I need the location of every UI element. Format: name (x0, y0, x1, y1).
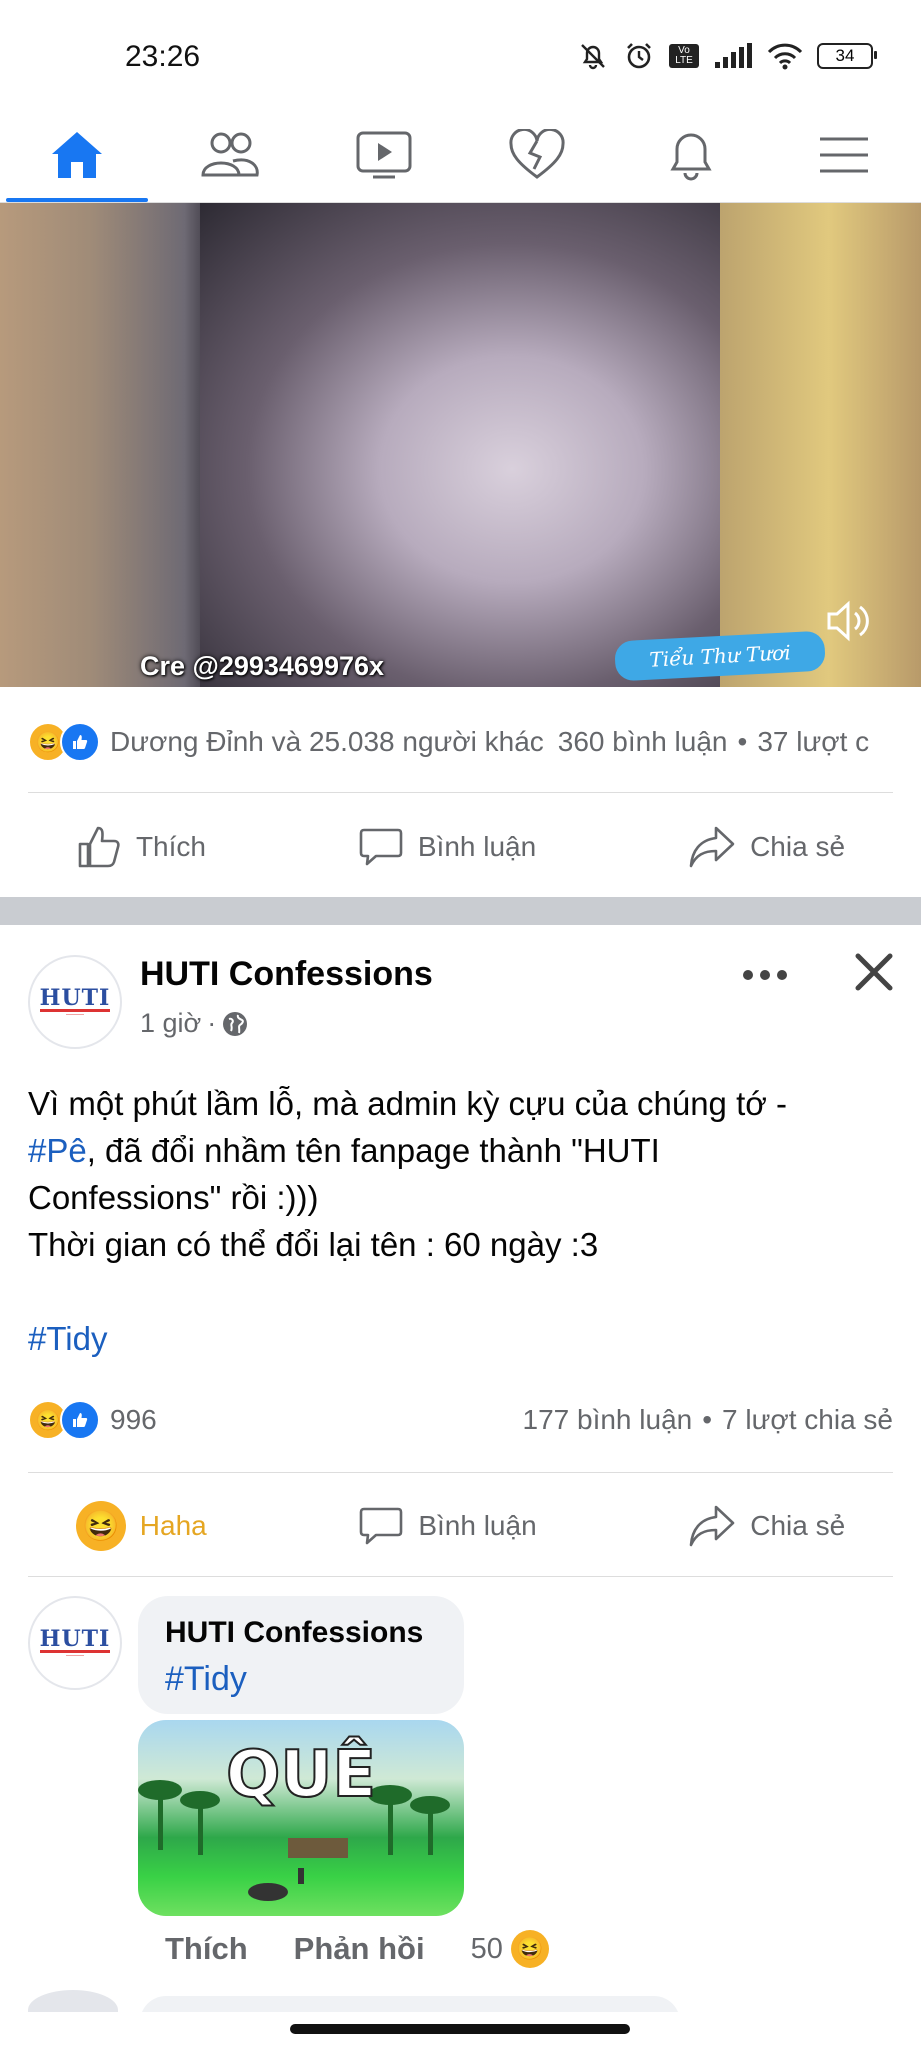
video-player[interactable]: Cre @2993469976x (0, 203, 921, 687)
post-stats-row: 😆 996 177 bình luận • 7 lượt chia sẻ (28, 1400, 893, 1440)
hashtag-link[interactable]: #Pê (28, 1132, 87, 1169)
battery-indicator: 34 (817, 43, 877, 69)
nav-notifications[interactable] (614, 108, 768, 202)
comment-label: Bình luận (417, 831, 537, 862)
share-count[interactable]: 7 lượt chia sẻ (722, 1404, 893, 1436)
like-emoji-icon (60, 722, 100, 762)
comment-button[interactable]: Bình luận (358, 1503, 537, 1549)
comment-count[interactable]: 177 bình luận (523, 1404, 693, 1436)
post-text-fragment: , đã đổi nhầm tên fanpage thành "HUTI (86, 1132, 660, 1169)
comment-button[interactable]: Bình luận (358, 824, 536, 870)
commenter-avatar[interactable]: HUTI ——— (28, 1596, 122, 1690)
status-time: 23:26 (125, 40, 201, 73)
nav-home[interactable] (0, 108, 154, 202)
menu-icon (820, 137, 869, 173)
comment-hashtag[interactable]: #Tidy (165, 1660, 247, 1699)
feed-separator (0, 897, 921, 925)
page-name[interactable]: HUTI Confessions (140, 955, 433, 994)
avatar-logo-text: HUTI (39, 984, 111, 1012)
comment-author[interactable]: HUTI Confessions (165, 1616, 423, 1650)
share-button[interactable]: Chia sẻ (688, 1503, 845, 1549)
signal-icon (715, 43, 752, 68)
post-text-line: Vì một phút lầm lỗ, mà admin kỳ cựu của … (28, 1085, 788, 1122)
image-caption: QUÊ (225, 1737, 377, 1813)
comment-actions: Thích Phản hồi 50 😆 (165, 1930, 549, 1968)
thumbs-up-icon (78, 826, 120, 868)
comment-like-button[interactable]: Thích (165, 1931, 248, 1967)
video-icon (356, 131, 412, 179)
comment-count: 360 bình luận (557, 726, 728, 757)
divider (28, 1472, 893, 1473)
haha-icon: 😆 (75, 1501, 126, 1551)
dot-separator: · (207, 1008, 217, 1038)
nav-menu[interactable] (768, 108, 921, 202)
comment-image[interactable]: QUÊ (138, 1720, 464, 1916)
comment-label: Bình luận (418, 1510, 537, 1541)
mute-bell-icon (581, 44, 605, 70)
haha-emoji-icon: 😆 (510, 1930, 549, 1968)
share-button[interactable]: Chia sẻ (688, 824, 845, 870)
status-icons: Vo LTE 34 (577, 40, 877, 72)
avatar-logo-sub: ——— (66, 1011, 84, 1018)
speaker-icon (827, 600, 869, 642)
post-text-line: Confessions" rồi :))) (28, 1179, 319, 1216)
post-actions: 😆 Haha Bình luận Chia sẻ (0, 1490, 921, 1562)
alarm-icon (627, 43, 651, 69)
nav-watch[interactable] (307, 108, 461, 202)
avatar-logo-text: HUTI (39, 1625, 111, 1653)
post-body: Vì một phút lầm lỗ, mà admin kỳ cựu của … (28, 1080, 898, 1362)
close-icon (855, 953, 893, 991)
like-emoji-icon (60, 1400, 100, 1440)
video-post-actions: Thích Bình luận Chia sẻ (0, 812, 921, 882)
dating-icon (509, 129, 565, 179)
more-dots-icon (743, 970, 787, 980)
volte-badge: Vo LTE (669, 44, 699, 68)
comment-reaction-number: 50 (470, 1932, 503, 1965)
haha-button[interactable]: 😆 Haha (75, 1501, 207, 1551)
share-label: Chia sẻ (750, 1510, 846, 1541)
share-arrow-icon (689, 1505, 735, 1547)
reaction-count[interactable]: 996 (110, 1404, 157, 1436)
post-text-line: Thời gian có thể đổi lại tên : 60 ngày :… (28, 1226, 599, 1263)
hide-post-button[interactable] (854, 952, 894, 1001)
nav-friends[interactable] (154, 108, 308, 202)
avatar-logo-sub: ——— (66, 1652, 84, 1659)
nav-dating[interactable] (461, 108, 615, 202)
comment-reaction-count[interactable]: 50 😆 (471, 1930, 549, 1968)
top-navigation (0, 108, 921, 203)
like-label: Thích (135, 831, 206, 862)
dot-separator: • (737, 726, 748, 757)
comment-bubble-icon (360, 1507, 403, 1545)
post-meta: 1 giờ · (140, 1008, 248, 1039)
share-arrow-icon (689, 826, 735, 868)
share-count: 37 lượt c (757, 726, 870, 757)
hashtag-link[interactable]: #Tidy (28, 1315, 898, 1362)
post-time: 1 giờ (140, 1008, 202, 1038)
comment-bubble-icon (359, 828, 403, 866)
divider (28, 792, 893, 793)
home-indicator[interactable] (290, 2024, 630, 2034)
comment-reply-button[interactable]: Phản hồi (294, 1931, 425, 1967)
more-options-button[interactable] (742, 968, 788, 987)
home-icon (51, 132, 102, 178)
globe-icon (223, 1011, 248, 1036)
dot-separator: • (702, 1404, 713, 1435)
haha-label: Haha (139, 1510, 207, 1541)
video-caption: Cre @2993469976x (140, 651, 385, 681)
wifi-icon (767, 43, 803, 70)
divider (28, 1576, 893, 1577)
video-reactions-row[interactable]: 😆 Dương Đỉnh và 25.038 người khác 360 bì… (28, 722, 921, 762)
sound-toggle[interactable] (823, 596, 873, 651)
video-frame (200, 203, 720, 687)
share-label: Chia sẻ (750, 831, 846, 862)
reactors-text: Dương Đỉnh và 25.038 người khác (110, 726, 544, 757)
post-text-line: #Pê, đã đổi nhầm tên fanpage thành "HUTI (28, 1127, 898, 1174)
friends-icon (201, 132, 259, 177)
page-avatar[interactable]: HUTI ——— (28, 955, 122, 1049)
like-button[interactable]: Thích (76, 824, 206, 870)
bell-icon (670, 133, 712, 181)
